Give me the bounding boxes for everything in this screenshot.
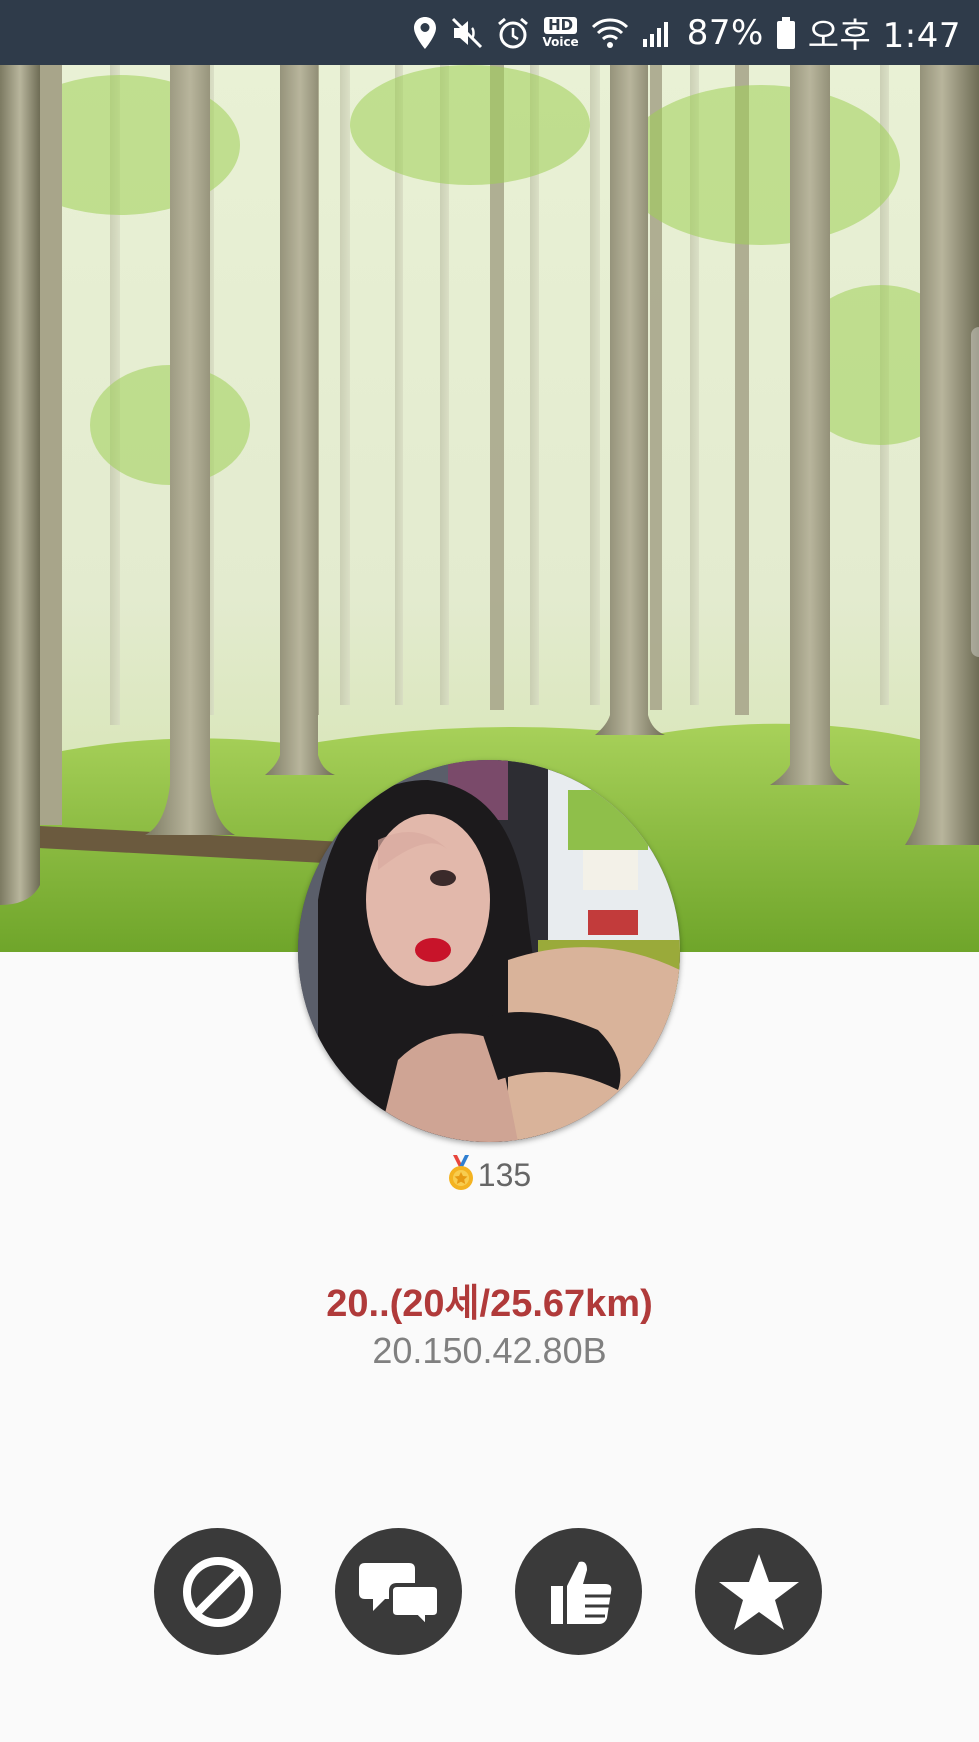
medal-icon: [448, 1155, 474, 1196]
thumbs-up-icon: [550, 1561, 611, 1624]
chat-icon: [358, 1562, 441, 1629]
mute-icon: [450, 13, 484, 53]
hd-label: HD: [544, 17, 578, 34]
location-icon: [412, 13, 438, 53]
profile-name: 20..(20세/25.67km): [326, 1283, 653, 1325]
block-button[interactable]: [154, 1528, 281, 1655]
battery-percent: 87%: [686, 12, 764, 53]
clock: 오후 1:47: [807, 16, 961, 56]
profile-id: 20.150.42.80B: [372, 1330, 607, 1371]
scroll-edge-handle: [971, 327, 979, 657]
signal-icon: [641, 13, 675, 53]
status-bar: HD Voice 87% 오후 1:47: [0, 0, 979, 65]
star-icon: [718, 1553, 799, 1630]
block-icon: [182, 1556, 253, 1627]
favorite-button[interactable]: [695, 1528, 822, 1655]
alarm-icon: [496, 13, 530, 53]
profile-avatar[interactable]: [298, 760, 680, 1142]
hd-voice-icon: HD Voice: [542, 13, 579, 53]
voice-label: Voice: [542, 35, 579, 49]
action-bar: [0, 1528, 979, 1656]
rank-row: 135: [0, 1155, 979, 1196]
wifi-icon: [591, 13, 629, 53]
chat-button[interactable]: [335, 1528, 462, 1655]
rank-value: 135: [477, 1157, 532, 1193]
profile-screen: HD Voice 87% 오후 1:47 135 20..(20세/25.67k…: [0, 0, 979, 1742]
battery-icon: [776, 13, 796, 53]
like-button[interactable]: [515, 1528, 642, 1655]
